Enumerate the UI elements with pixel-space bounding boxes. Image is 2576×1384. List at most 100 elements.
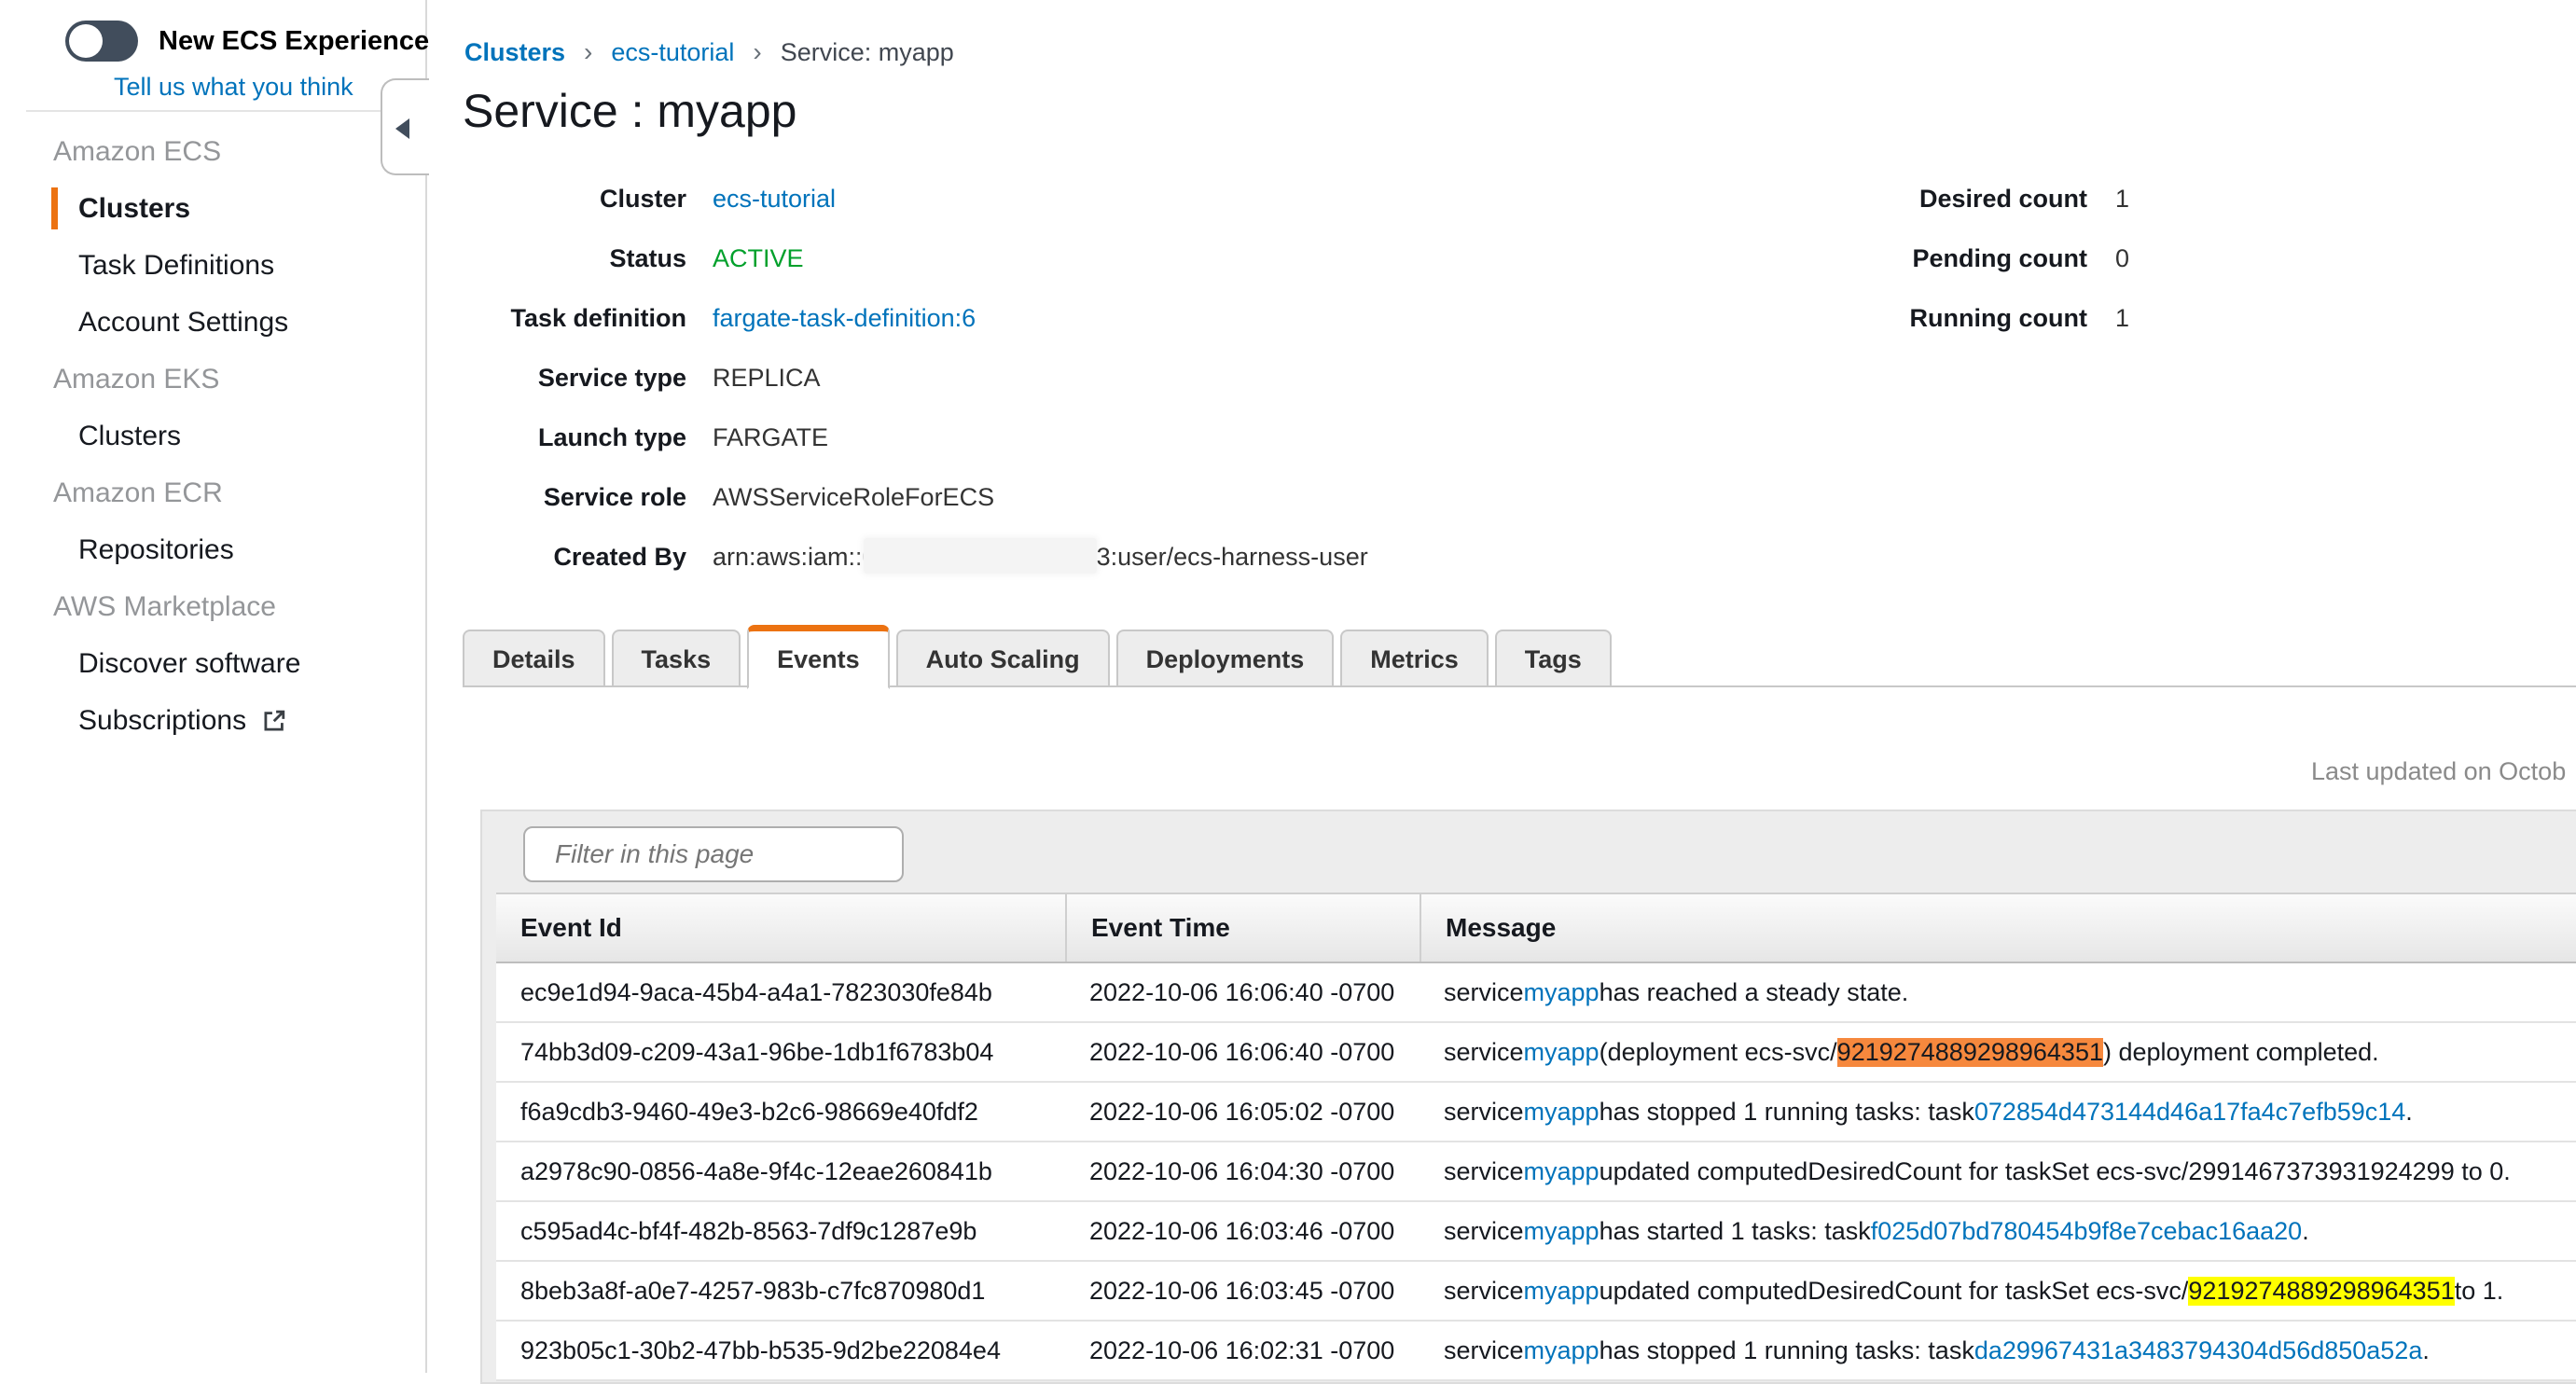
- service-counters: Desired count 1 Pending count0 Running coun…: [1807, 185, 2129, 364]
- sidebar-item-label: Subscriptions: [78, 692, 246, 749]
- sidebar-item-label: Clusters: [78, 408, 181, 464]
- message-link[interactable]: myapp: [1524, 1157, 1600, 1186]
- highlighted-id-orange: 9219274889298964351: [1837, 1038, 2103, 1067]
- sidebar-item-label: Task Definitions: [78, 237, 274, 294]
- new-ecs-experience-toggle[interactable]: [65, 21, 138, 62]
- breadcrumb-current: Service: myapp: [781, 38, 954, 67]
- tab-tasks[interactable]: Tasks: [612, 630, 741, 687]
- event-time-cell: 2022-10-06 16:06:40 -0700: [1065, 1023, 1420, 1081]
- sidebar-item-label: Clusters: [78, 180, 190, 237]
- event-message-cell: service myapp updated computedDesiredCou…: [1420, 1142, 2576, 1200]
- event-id-cell: f6a9cdb3-9460-49e3-b2c6-98669e40fdf2: [496, 1083, 1065, 1141]
- event-message-cell: service myapp has stopped 1 running task…: [1420, 1322, 2576, 1379]
- events-table-header: Event IdEvent TimeMessage: [496, 893, 2576, 963]
- detail-label: Service role: [463, 483, 686, 512]
- sidebar-item-clusters[interactable]: Clusters: [0, 180, 425, 237]
- sidebar-item-repositories[interactable]: Repositories: [0, 521, 425, 578]
- tab-events[interactable]: Events: [747, 625, 890, 689]
- detail-row-task-definition: Task definition fargate-task-definition:6: [463, 304, 1368, 335]
- message-link[interactable]: 072854d473144d46a17fa4c7efb59c14: [1974, 1098, 2405, 1127]
- breadcrumb-link-clusters[interactable]: Clusters: [464, 38, 565, 67]
- message-link[interactable]: myapp: [1524, 1098, 1600, 1127]
- sidebar-nav: Amazon ECSClustersTask DefinitionsAccoun…: [0, 123, 425, 749]
- message-link[interactable]: myapp: [1524, 1038, 1600, 1067]
- sidebar-item-discover-software[interactable]: Discover software: [0, 635, 425, 692]
- tab-details[interactable]: Details: [463, 630, 605, 687]
- message-link[interactable]: myapp: [1524, 1277, 1600, 1306]
- detail-row-status: StatusACTIVE: [463, 244, 1368, 275]
- filter-input[interactable]: [555, 839, 895, 869]
- sidebar-section-amazon-ecs: Amazon ECS: [0, 123, 425, 180]
- new-ecs-experience-label: New ECS Experience: [159, 26, 429, 57]
- message-link[interactable]: myapp: [1524, 1217, 1600, 1246]
- feedback-link[interactable]: Tell us what you think: [114, 73, 353, 102]
- sidebar-item-subscriptions[interactable]: Subscriptions: [0, 692, 425, 749]
- tab-auto-scaling[interactable]: Auto Scaling: [896, 630, 1110, 687]
- detail-label: Created By: [463, 543, 686, 572]
- toggle-knob: [69, 24, 103, 58]
- event-id-cell: 8beb3a8f-a0e7-4257-983b-c7fc870980d1: [496, 1262, 1065, 1320]
- message-link[interactable]: myapp: [1524, 978, 1600, 1007]
- detail-label: Status: [463, 244, 686, 273]
- event-message-cell: service myapp has reached a steady state…: [1420, 963, 2576, 1021]
- column-header-message: Message: [1420, 894, 2576, 962]
- detail-label: Task definition: [463, 304, 686, 333]
- event-id-cell: a2978c90-0856-4a8e-9f4c-12eae260841b: [496, 1142, 1065, 1200]
- detail-label: Launch type: [463, 423, 686, 452]
- sidebar-item-label: Discover software: [78, 635, 300, 692]
- counter-label: Pending count: [1807, 244, 2087, 273]
- sidebar-collapse-button[interactable]: [381, 78, 429, 175]
- tab-deployments[interactable]: Deployments: [1116, 630, 1335, 687]
- sidebar-item-task-definitions[interactable]: Task Definitions: [0, 237, 425, 294]
- column-header-event-time: Event Time: [1065, 894, 1420, 962]
- counter-value: 1: [2115, 304, 2129, 333]
- detail-value-task-definition[interactable]: fargate-task-definition:6: [713, 304, 976, 333]
- detail-label: Service type: [463, 364, 686, 393]
- last-updated-text: Last updated on Octob: [2311, 757, 2566, 786]
- event-time-cell: 2022-10-06 16:06:40 -0700: [1065, 963, 1420, 1021]
- event-message-cell: service myapp (deployment ecs-svc/921927…: [1420, 1023, 2576, 1081]
- sidebar-item-label: Repositories: [78, 521, 234, 578]
- table-row: c595ad4c-bf4f-482b-8563-7df9c1287e9b2022…: [496, 1202, 2576, 1262]
- message-link[interactable]: da29967431a3483794304d56d850a52a: [1974, 1336, 2423, 1365]
- event-time-cell: 2022-10-06 16:02:31 -0700: [1065, 1322, 1420, 1379]
- event-id-cell: 74bb3d09-c209-43a1-96be-1db1f6783b04: [496, 1023, 1065, 1081]
- breadcrumb: Clusters›ecs-tutorial›Service: myapp: [464, 37, 954, 67]
- event-time-cell: 2022-10-06 16:05:02 -0700: [1065, 1083, 1420, 1141]
- event-message-cell: service myapp has stopped 1 running task…: [1420, 1083, 2576, 1141]
- counter-label: Desired count: [1807, 185, 2087, 214]
- sidebar-item-account-settings[interactable]: Account Settings: [0, 294, 425, 351]
- message-link[interactable]: myapp: [1524, 1336, 1600, 1365]
- counter-pending-count: Pending count0: [1807, 244, 2129, 275]
- detail-value-service-role: AWSServiceRoleForECS: [713, 483, 994, 512]
- table-row: 74bb3d09-c209-43a1-96be-1db1f6783b042022…: [496, 1023, 2576, 1083]
- tab-tags[interactable]: Tags: [1495, 630, 1612, 687]
- main-content: Clusters›ecs-tutorial›Service: myapp Ser…: [429, 0, 2576, 1373]
- filter-box: [523, 826, 904, 882]
- detail-row-launch-type: Launch typeFARGATE: [463, 423, 1368, 454]
- created-by-prefix: arn:aws:iam::0: [713, 543, 877, 571]
- table-row: 8beb3a8f-a0e7-4257-983b-c7fc870980d12022…: [496, 1262, 2576, 1322]
- message-link[interactable]: f025d07bd780454b9f8e7cebac16aa20: [1871, 1217, 2302, 1246]
- event-id-cell: c595ad4c-bf4f-482b-8563-7df9c1287e9b: [496, 1202, 1065, 1260]
- table-row: ec9e1d94-9aca-45b4-a4a1-7823030fe84b2022…: [496, 963, 2576, 1023]
- sidebar-section-aws-marketplace: AWS Marketplace: [0, 578, 425, 635]
- table-row: f6a9cdb3-9460-49e3-b2c6-98669e40fdf22022…: [496, 1083, 2576, 1142]
- detail-value-service-type: REPLICA: [713, 364, 821, 393]
- event-id-cell: 923b05c1-30b2-47bb-b535-9d2be22084e4: [496, 1322, 1065, 1379]
- event-time-cell: 2022-10-06 16:04:30 -0700: [1065, 1142, 1420, 1200]
- breadcrumb-link-ecs-tutorial[interactable]: ecs-tutorial: [611, 38, 734, 67]
- counter-running-count: Running count 1: [1807, 304, 2129, 335]
- service-details: Clusterecs-tutorial StatusACTIVE Task defi…: [463, 185, 1368, 602]
- detail-value-cluster[interactable]: ecs-tutorial: [713, 185, 836, 214]
- counter-label: Running count: [1807, 304, 2087, 333]
- events-panel: Event IdEvent TimeMessage ec9e1d94-9aca-…: [480, 810, 2576, 1384]
- sidebar-item-label: Account Settings: [78, 294, 288, 351]
- detail-row-cluster: Clusterecs-tutorial: [463, 185, 1368, 215]
- table-row: 923b05c1-30b2-47bb-b535-9d2be22084e42022…: [496, 1322, 2576, 1381]
- detail-row-created-by: Created Byarn:aws:iam::03:user/ecs-harne…: [463, 543, 1368, 574]
- detail-row-service-role: Service role AWSServiceRoleForECS: [463, 483, 1368, 514]
- tab-metrics[interactable]: Metrics: [1340, 630, 1489, 687]
- sidebar-item-clusters[interactable]: Clusters: [0, 408, 425, 464]
- breadcrumb-separator: ›: [584, 37, 592, 67]
